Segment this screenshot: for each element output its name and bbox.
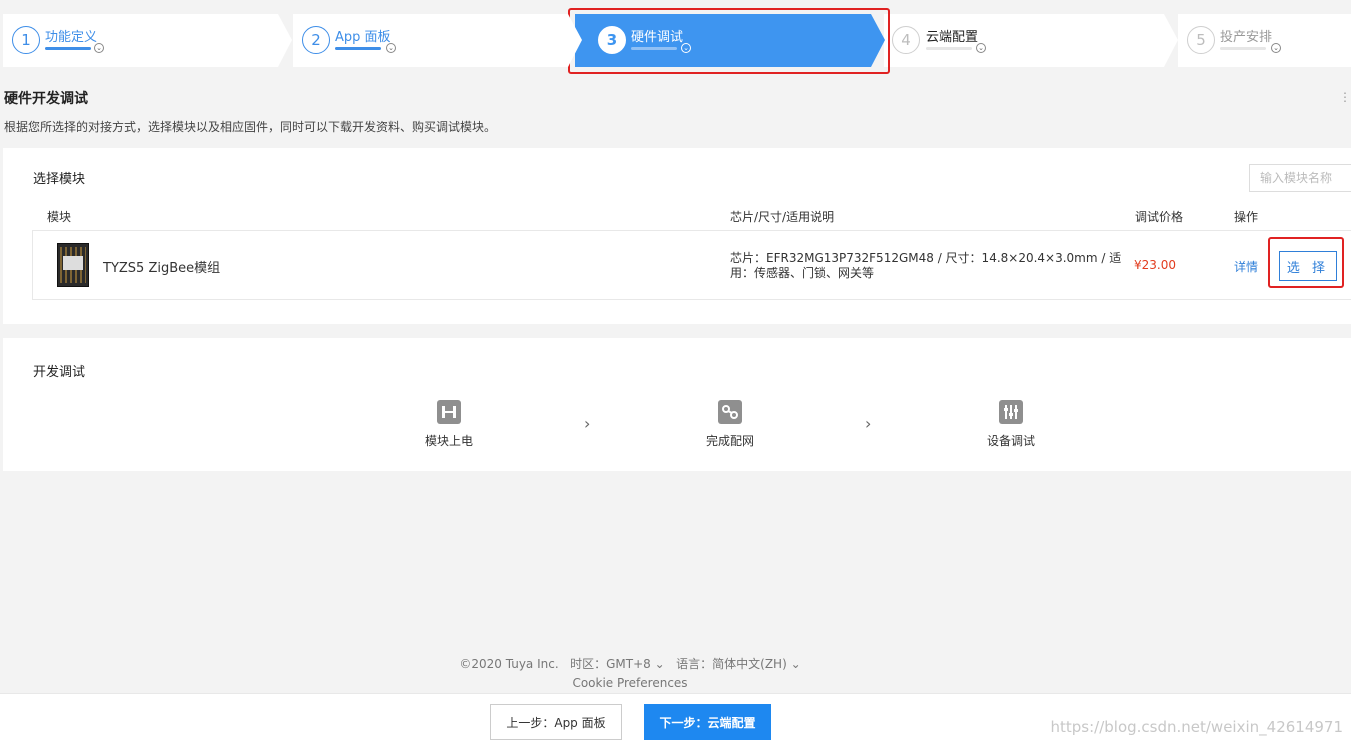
more-icon[interactable]: ⋮ xyxy=(1339,90,1351,104)
step-number: 1 xyxy=(12,26,40,54)
step-label: App 面板 xyxy=(335,30,391,45)
highlight-box-select xyxy=(1268,237,1344,288)
module-image xyxy=(57,243,89,287)
step-cloud-config[interactable]: 4 云端配置 ⌄ xyxy=(884,14,1178,67)
detail-link[interactable]: 详情 xyxy=(1234,258,1258,275)
chevron-down-icon[interactable]: ⌄ xyxy=(386,43,396,53)
copyright: ©2020 Tuya Inc. xyxy=(459,657,559,671)
column-header-spec: 芯片/尺寸/适用说明 xyxy=(730,210,835,224)
table-row: TYZS5 ZigBee模组 芯片：EFR32MG13P732F512GM48 … xyxy=(32,230,1351,300)
dev-step-label: 设备调试 xyxy=(986,434,1035,448)
step-function-definition[interactable]: 1 功能定义 ⌄ xyxy=(3,14,292,67)
step-progress-bar xyxy=(335,47,381,50)
prev-step-button[interactable]: 上一步：App 面板 xyxy=(490,704,622,740)
dev-step-label: 模块上电 xyxy=(424,434,473,448)
step-label: 功能定义 xyxy=(45,30,98,45)
step-app-panel[interactable]: 2 App 面板 ⌄ xyxy=(293,14,582,67)
page-description: 根据您所选择的对接方式，选择模块以及相应固件，同时可以下载开发资料、购买调试模块… xyxy=(4,120,497,134)
timezone-select[interactable]: 时区：GMT+8 xyxy=(570,657,651,671)
watermark: https://blog.csdn.net/weixin_42614971 xyxy=(1050,718,1343,736)
dev-step-label: 完成配网 xyxy=(705,434,754,448)
step-label: 投产安排 xyxy=(1220,30,1273,45)
bottom-action-bar: 上一步：App 面板 下一步：云端配置 https://blog.csdn.ne… xyxy=(0,693,1351,746)
card-title: 选择模块 xyxy=(33,172,86,187)
next-step-button[interactable]: 下一步：云端配置 xyxy=(644,704,771,740)
chevron-down-icon[interactable]: ⌄ xyxy=(1271,43,1281,53)
step-progress-bar xyxy=(45,47,91,50)
highlight-box-step xyxy=(568,8,890,74)
chevron-right-icon: › xyxy=(865,414,872,433)
chevron-down-icon[interactable]: ⌄ xyxy=(976,43,986,53)
dev-step-power-on: 模块上电 xyxy=(409,400,489,449)
chevron-down-icon[interactable]: ⌄ xyxy=(94,43,104,53)
chevron-down-icon[interactable]: ⌄ xyxy=(655,657,669,671)
module-name: TYZS5 ZigBee模组 xyxy=(103,261,221,276)
module-price: ¥23.00 xyxy=(1134,258,1176,272)
module-power-icon xyxy=(437,400,461,424)
network-config-icon xyxy=(718,400,742,424)
module-spec: 芯片：EFR32MG13P732F512GM48 / 尺寸：14.8×20.4×… xyxy=(730,251,1122,280)
dev-step-debug: 设备调试 xyxy=(971,400,1051,449)
chevron-right-icon: › xyxy=(584,414,591,433)
column-header-module: 模块 xyxy=(47,210,72,224)
device-debug-icon xyxy=(999,400,1023,424)
page-title: 硬件开发调试 xyxy=(4,91,88,107)
dev-step-network: 完成配网 xyxy=(690,400,770,449)
step-progress-bar xyxy=(926,47,972,50)
card-title: 开发调试 xyxy=(33,365,86,380)
column-header-price: 调试价格 xyxy=(1135,210,1184,224)
column-header-action: 操作 xyxy=(1234,210,1259,224)
step-progress-bar xyxy=(1220,47,1266,50)
cookie-preferences-link[interactable]: Cookie Preferences xyxy=(0,676,1260,690)
module-search-input[interactable] xyxy=(1249,164,1351,192)
step-number: 2 xyxy=(302,26,330,54)
footer-info: ©2020 Tuya Inc. 时区：GMT+8 ⌄ 语言：简体中文(ZH) ⌄ xyxy=(0,655,1260,672)
step-label: 云端配置 xyxy=(926,30,979,45)
step-number: 4 xyxy=(892,26,920,54)
step-production[interactable]: 5 投产安排 ⌄ xyxy=(1178,14,1351,67)
step-number: 5 xyxy=(1187,26,1215,54)
dev-debug-card: 开发调试 xyxy=(3,338,1351,471)
chevron-down-icon[interactable]: ⌄ xyxy=(791,657,801,671)
language-select[interactable]: 语言：简体中文(ZH) xyxy=(676,657,787,671)
